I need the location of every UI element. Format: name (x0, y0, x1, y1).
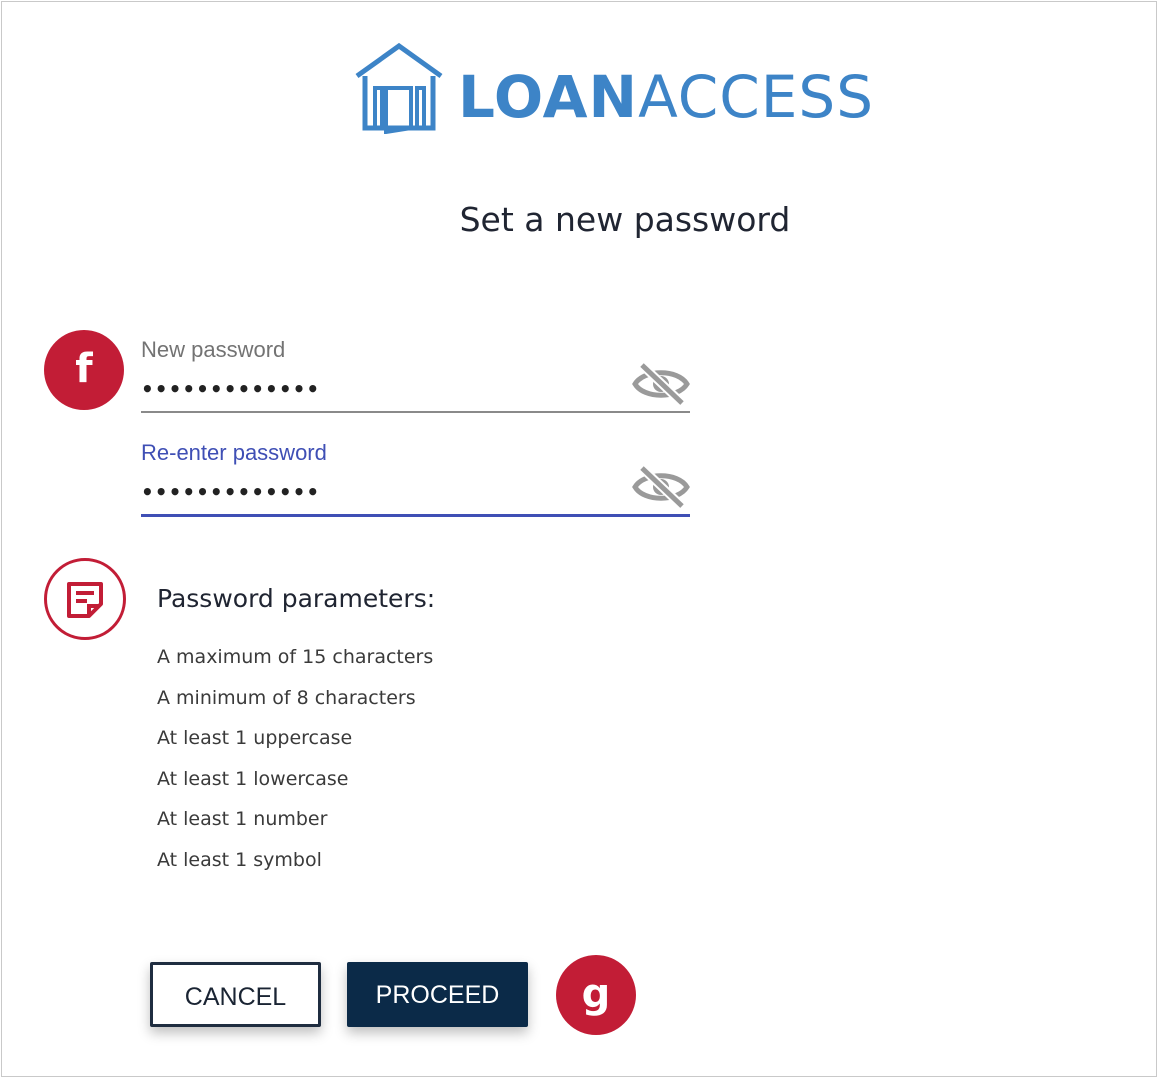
reenter-password-field[interactable]: Re-enter password ••••••••••••• (141, 440, 690, 517)
new-password-value: ••••••••••••• (141, 377, 321, 401)
parameter-item: At least 1 uppercase (157, 727, 353, 750)
note-icon (67, 582, 103, 618)
logo-wordmark: LOANACCESS (458, 68, 874, 126)
parameter-item: At least 1 number (157, 808, 328, 831)
step-badge-f: f (44, 330, 124, 410)
step-badge-g: g (556, 955, 636, 1035)
new-password-field[interactable]: New password ••••••••••••• (141, 337, 690, 413)
parameter-item: At least 1 lowercase (157, 767, 349, 790)
eye-slash-icon[interactable] (632, 464, 690, 510)
reenter-password-input[interactable]: ••••••••••••• (141, 464, 690, 517)
password-parameters-title: Password parameters: (157, 584, 436, 613)
parameter-item: A maximum of 15 characters (157, 646, 434, 668)
loanaccess-logo (353, 42, 445, 134)
logo-word-loan: LOAN (458, 63, 639, 131)
logo-word-access: ACCESS (638, 63, 875, 131)
password-parameters-list: A maximum of 15 characters A minimum of … (157, 646, 433, 890)
parameter-item: A minimum of 8 characters (157, 686, 416, 709)
note-badge (44, 558, 126, 640)
page-frame (1, 1, 1157, 1077)
page-title: Set a new password (459, 200, 791, 239)
cancel-button[interactable]: CANCEL (150, 962, 321, 1027)
house-icon (355, 42, 443, 134)
new-password-label: New password (141, 337, 286, 362)
proceed-button[interactable]: PROCEED (347, 962, 528, 1027)
parameter-item: At least 1 symbol (157, 848, 322, 871)
reenter-password-label: Re-enter password (141, 440, 327, 465)
new-password-input[interactable]: ••••••••••••• (141, 361, 690, 413)
eye-slash-icon[interactable] (632, 361, 690, 407)
reenter-password-value: ••••••••••••• (141, 480, 321, 504)
